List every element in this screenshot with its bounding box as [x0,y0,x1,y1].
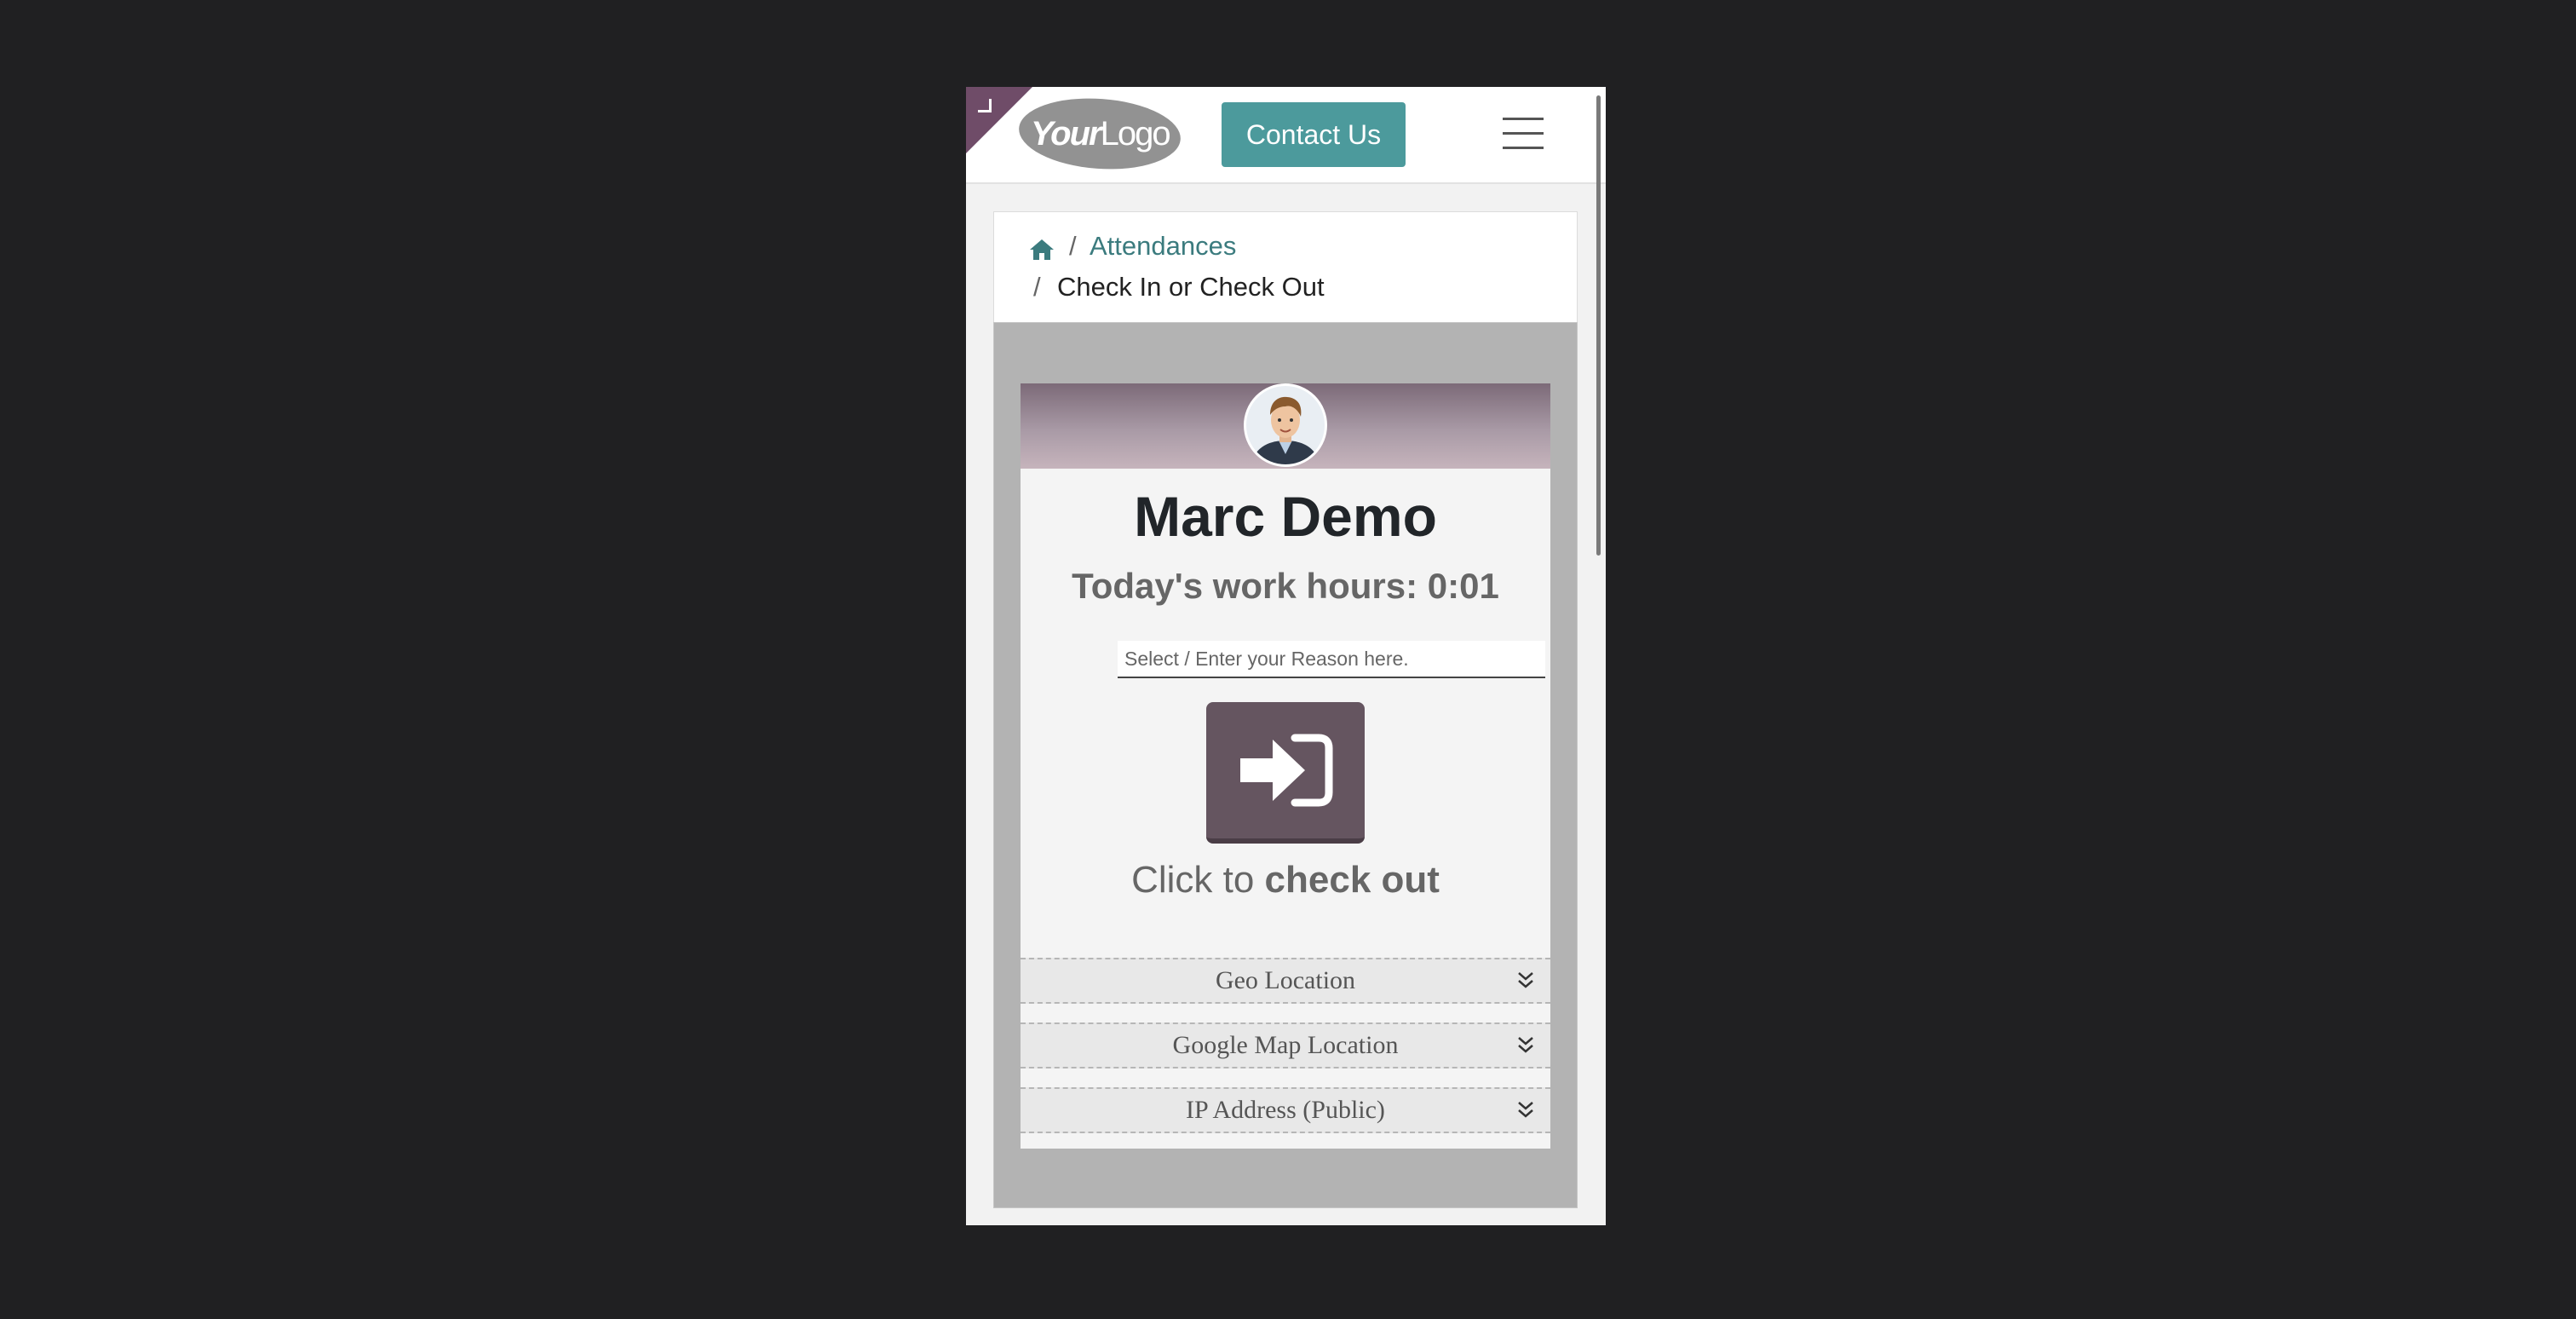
google-map-location-section[interactable]: Google Map Location [1021,1022,1550,1068]
check-out-button[interactable] [1206,702,1365,844]
geo-location-section[interactable]: Geo Location [1021,958,1550,1004]
check-out-label: Click to check out [1131,859,1440,901]
breadcrumb: / Attendances / Check In or Check Out [993,211,1578,322]
reason-input[interactable] [1118,641,1545,678]
section-label: Google Map Location [1172,1031,1399,1059]
double-chevron-down-icon [1518,1102,1533,1118]
employee-avatar [1244,383,1327,467]
site-header: YourLogo Contact Us [966,87,1606,184]
scrollbar[interactable] [1596,95,1601,556]
double-chevron-down-icon [1518,972,1533,988]
ip-address-section[interactable]: IP Address (Public) [1021,1087,1550,1133]
logo-text: YourLogo [1030,114,1170,153]
work-hours-text: Today's work hours: 0:01 [1072,566,1499,606]
hamburger-menu-icon[interactable] [1503,114,1545,153]
sign-in-arrow-icon [1240,734,1333,807]
section-label: Geo Location [1215,966,1356,994]
breadcrumb-separator: / [1069,231,1077,261]
mobile-viewport: YourLogo Contact Us / Attendances / Chec… [966,87,1606,1225]
breadcrumb-link-attendances[interactable]: Attendances [1090,231,1236,262]
double-chevron-down-icon [1518,1037,1533,1053]
contact-us-button[interactable]: Contact Us [1222,102,1406,167]
section-label: IP Address (Public) [1186,1096,1385,1124]
site-logo[interactable]: YourLogo [1016,93,1183,175]
edit-corner-icon[interactable] [978,99,992,112]
home-icon[interactable] [1028,236,1055,263]
employee-name: Marc Demo [1134,485,1437,548]
breadcrumb-separator: / [1033,272,1041,302]
attendance-card: Marc Demo Today's work hours: 0:01 Click… [1021,383,1550,1149]
breadcrumb-current: Check In or Check Out [1057,272,1325,302]
